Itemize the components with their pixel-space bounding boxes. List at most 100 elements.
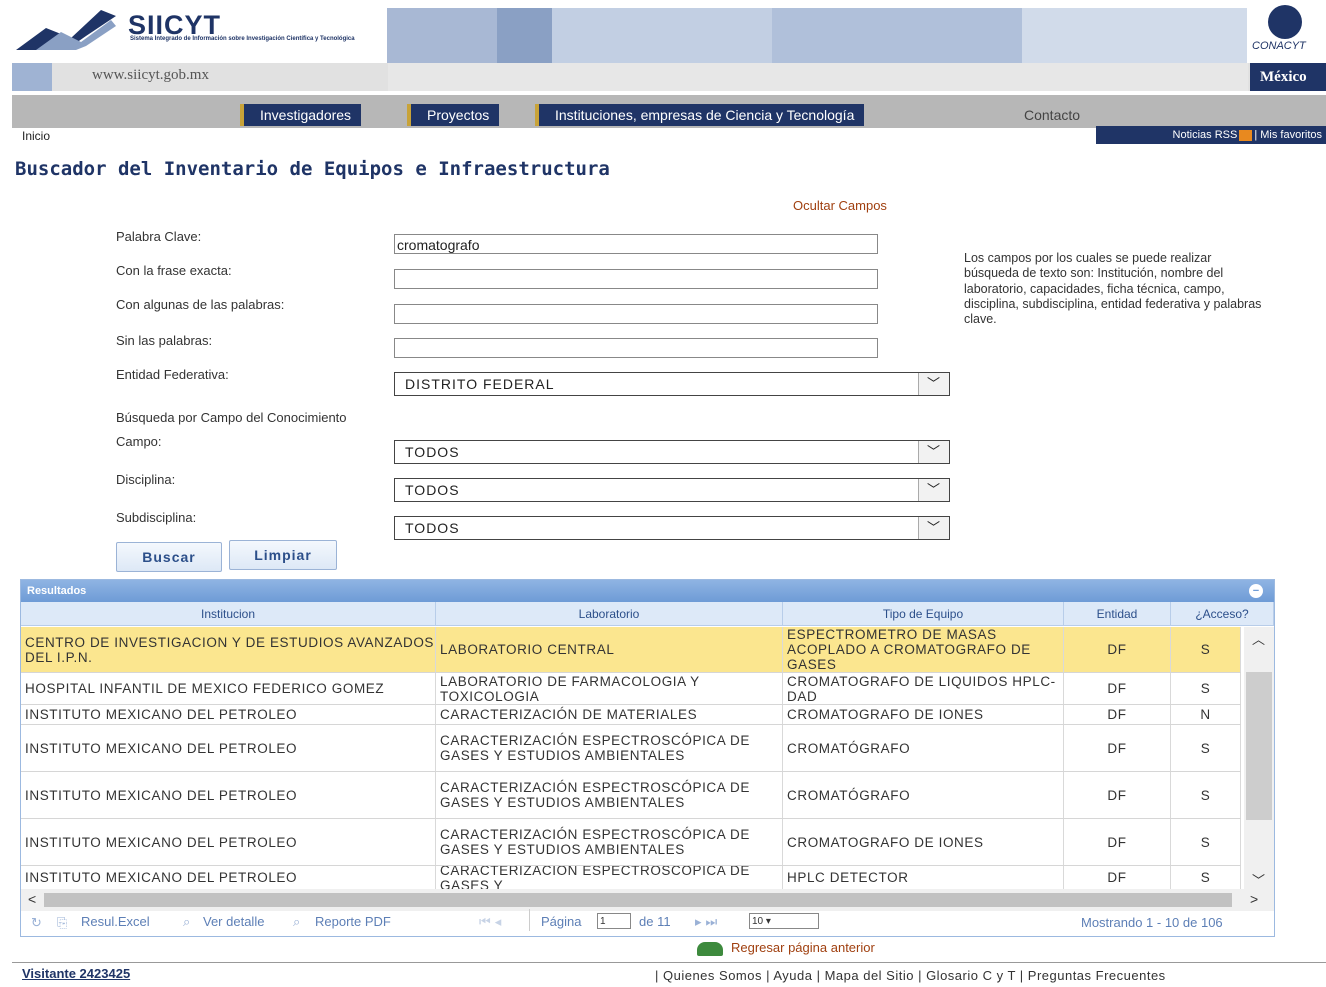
cell-laboratorio: CARACTERIZACIÓN ESPECTROSCÓPICA DE GASES… (436, 819, 783, 865)
header-banner (387, 8, 1247, 63)
exact-phrase-input[interactable] (394, 269, 878, 289)
pdf-link[interactable]: Reporte PDF (315, 911, 391, 933)
tab-investigadores[interactable]: Investigadores (240, 104, 362, 126)
search-button[interactable]: Buscar (116, 542, 222, 572)
first-prev-page-icons[interactable]: ⏮◂ (479, 911, 505, 933)
cell-institucion: INSTITUTO MEXICANO DEL PETROLEO (21, 772, 436, 818)
scroll-up-icon[interactable]: ︿ (1252, 629, 1265, 648)
without-words-input[interactable] (394, 338, 878, 358)
site-url: www.siicyt.gob.mx (92, 67, 209, 83)
table-row[interactable]: INSTITUTO MEXICANO DEL PETROLEO CARACTER… (21, 772, 1241, 819)
page-label: Página (541, 914, 582, 929)
tab-contacto[interactable]: Contacto (1008, 104, 1090, 126)
col-header-entidad[interactable]: Entidad (1064, 602, 1171, 626)
chevron-down-icon[interactable]: ﹀ (918, 373, 949, 395)
cell-entidad: DF (1064, 673, 1171, 704)
cell-acceso: S (1171, 772, 1241, 818)
cell-acceso: S (1171, 866, 1241, 889)
subdiscipline-select[interactable]: TODOS ﹀ (394, 516, 950, 540)
chevron-down-icon[interactable]: ﹀ (918, 517, 949, 539)
page-number-input[interactable]: 1 (597, 913, 631, 929)
scroll-right-icon[interactable]: > (1250, 891, 1258, 907)
chevron-down-icon[interactable]: ﹀ (918, 479, 949, 501)
cell-entidad: DF (1064, 705, 1171, 724)
excel-link[interactable]: Resul.Excel (81, 911, 150, 933)
back-arrow-icon (697, 941, 723, 956)
country-label: México (1250, 63, 1326, 91)
vertical-scroll-thumb[interactable] (1246, 672, 1272, 820)
chevron-down-icon[interactable]: ﹀ (918, 441, 949, 463)
visitor-counter: Visitante 2423425 (22, 966, 131, 981)
any-words-label: Con algunas de las palabras: (116, 297, 285, 312)
exact-phrase-label: Con la frase exacta: (116, 263, 232, 278)
back-link-label: Regresar página anterior (731, 940, 875, 955)
detail-link[interactable]: Ver detalle (203, 911, 264, 933)
cell-tipo: CROMATOGRAFO DE IONES (783, 705, 1064, 724)
next-last-page-icons[interactable]: ▸⏭ (695, 911, 721, 933)
table-row[interactable]: INSTITUTO MEXICANO DEL PETROLEO CARACTER… (21, 819, 1241, 866)
cell-acceso: N (1171, 705, 1241, 724)
keyword-label: Palabra Clave: (116, 229, 202, 244)
cell-institucion: INSTITUTO MEXICANO DEL PETROLEO (21, 866, 436, 889)
favorites-link[interactable]: | Mis favoritos (1254, 129, 1322, 141)
col-header-institucion[interactable]: Institucion (21, 602, 436, 626)
cell-tipo: CROMATOGRAFO DE LIQUIDOS HPLC-DAD (783, 673, 1064, 704)
back-link[interactable]: Regresar página anterior (697, 940, 875, 956)
results-count: Mostrando 1 - 10 de 106 (1081, 915, 1223, 930)
cell-entidad: DF (1064, 866, 1171, 889)
table-row[interactable]: HOSPITAL INFANTIL DE MEXICO FEDERICO GOM… (21, 673, 1241, 705)
rss-link[interactable]: Noticias RSS (1173, 129, 1238, 141)
refresh-icon[interactable]: ↻ (31, 912, 42, 934)
rss-icon[interactable] (1239, 129, 1253, 141)
any-words-input[interactable] (394, 304, 878, 324)
horizontal-scroll-thumb[interactable] (44, 893, 1232, 907)
scroll-down-icon[interactable]: ﹀ (1252, 870, 1265, 889)
tab-proyectos[interactable]: Proyectos (407, 104, 500, 126)
footer-divider (12, 962, 1326, 963)
table-row[interactable]: INSTITUTO MEXICANO DEL PETROLEO CARACTER… (21, 705, 1241, 725)
cell-laboratorio: CARACTERIZACIÓN ESPECTROSCÓPICA DE GASES… (436, 725, 783, 771)
page-size-value: 10 (752, 916, 764, 927)
url-strip-right (388, 63, 1248, 91)
cell-institucion: INSTITUTO MEXICANO DEL PETROLEO (21, 705, 436, 724)
col-header-laboratorio[interactable]: Laboratorio (436, 602, 783, 626)
discipline-select[interactable]: TODOS ﹀ (394, 478, 950, 502)
rss-bar: Noticias RSS | Mis favoritos (1096, 126, 1326, 144)
table-row[interactable]: INSTITUTO MEXICANO DEL PETROLEO CARACTER… (21, 866, 1241, 889)
col-header-acceso[interactable]: ¿Acceso? (1171, 602, 1274, 626)
page-size-select[interactable]: 10 ▾ (749, 913, 819, 929)
table-row[interactable]: CENTRO DE INVESTIGACION Y DE ESTUDIOS AV… (21, 627, 1241, 673)
keyword-input[interactable]: cromatografo (394, 234, 878, 254)
state-select[interactable]: DISTRITO FEDERAL ﹀ (394, 372, 950, 396)
discipline-label: Disciplina: (116, 472, 176, 487)
collapse-icon[interactable]: − (1249, 584, 1263, 598)
siicyt-logo-icon (16, 10, 116, 50)
field-select[interactable]: TODOS ﹀ (394, 440, 950, 464)
cell-laboratorio: CARACTERIZACIÓN ESPECTROSCÓPICA DE GASES… (436, 772, 783, 818)
results-pager: ↻ ⎘ Resul.Excel ⌕ Ver detalle ⌕ Reporte … (21, 909, 1274, 936)
table-row[interactable]: INSTITUTO MEXICANO DEL PETROLEO CARACTER… (21, 725, 1241, 772)
field-select-value: TODOS (405, 444, 460, 460)
conacyt-logo-icon (1268, 5, 1302, 39)
cell-entidad: DF (1064, 725, 1171, 771)
tab-instituciones[interactable]: Instituciones, empresas de Ciencia y Tec… (535, 104, 865, 126)
cell-entidad: DF (1064, 819, 1171, 865)
col-header-tipo[interactable]: Tipo de Equipo (783, 602, 1064, 626)
page-title: Buscador del Inventario de Equipos e Inf… (15, 158, 610, 180)
cell-institucion: HOSPITAL INFANTIL DE MEXICO FEDERICO GOM… (21, 673, 436, 704)
cell-tipo: CROMATÓGRAFO (783, 725, 1064, 771)
breadcrumb[interactable]: Inicio (22, 129, 50, 143)
cell-acceso: S (1171, 819, 1241, 865)
subdiscipline-select-value: TODOS (405, 520, 460, 536)
discipline-select-value: TODOS (405, 482, 460, 498)
page-total: de 11 (639, 914, 671, 929)
scroll-left-icon[interactable]: < (28, 891, 36, 907)
clear-button[interactable]: Limpiar (229, 540, 337, 570)
excel-icon: ⎘ (57, 915, 68, 930)
cell-laboratorio: CARACTERIZACIÓN ESPECTROSCÓPICA DE GASES… (436, 866, 783, 889)
state-label: Entidad Federativa: (116, 367, 229, 382)
cell-entidad: DF (1064, 772, 1171, 818)
hide-fields-link[interactable]: Ocultar Campos (793, 198, 887, 213)
search-icon: ⌕ (183, 914, 191, 929)
footer-links[interactable]: | Quienes Somos | Ayuda | Mapa del Sitio… (655, 968, 1166, 983)
